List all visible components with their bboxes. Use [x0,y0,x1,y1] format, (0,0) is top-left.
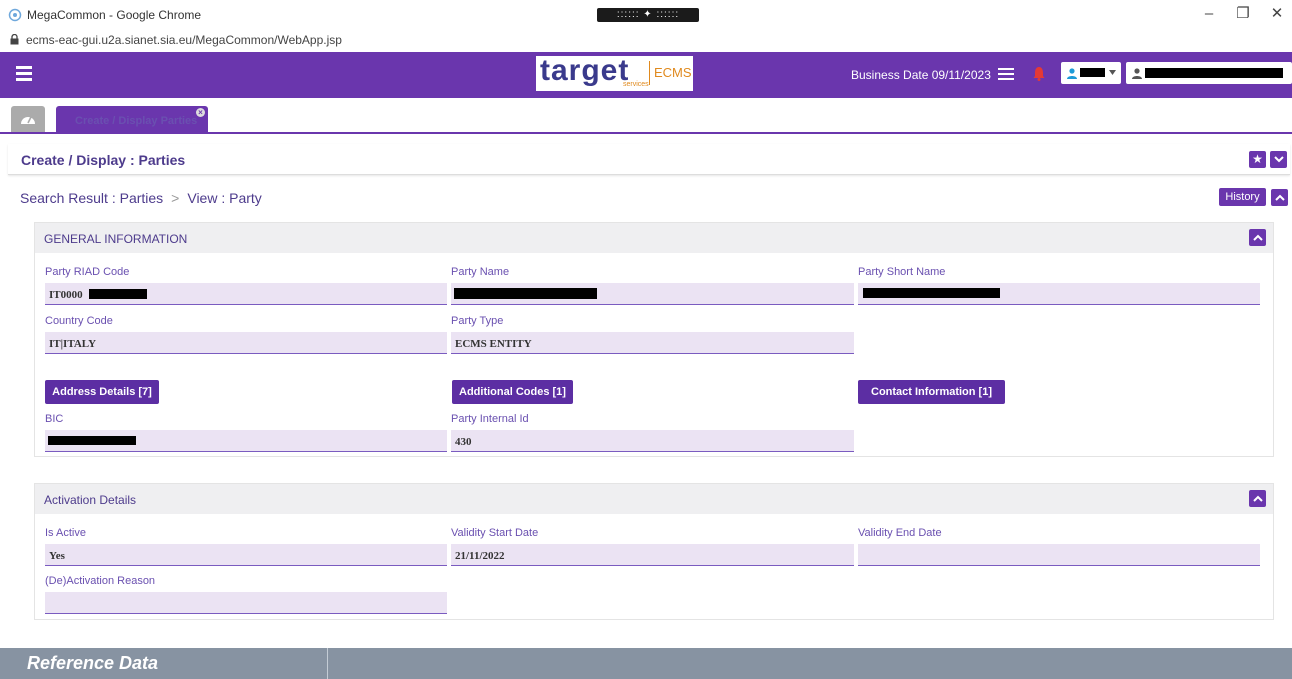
dashboard-gauge-icon [21,116,35,124]
drag-handle[interactable]: :::::: ✦ :::::: [597,8,699,22]
contact-information-button[interactable]: Contact Information [1] [858,380,1005,404]
deactivation-reason-label: (De)Activation Reason [45,575,156,587]
user-role-selector[interactable] [1061,62,1121,84]
breadcrumb-bar: Search Result : Parties > View : Party [8,184,1290,212]
party-riad-code-label: Party RIAD Code [45,266,130,278]
validity-end-date-label: Validity End Date [858,527,942,539]
tab-dashboard[interactable] [11,106,45,132]
tab-label: Create / Display Parties [75,115,198,127]
page-title: Create / Display : Parties [21,152,186,168]
logo-main-text: target [540,54,630,87]
party-short-name-field[interactable] [858,283,1260,305]
country-code-field[interactable]: IT|ITALY [45,332,447,354]
address-details-button[interactable]: Address Details [7] [45,380,159,404]
general-information-title: GENERAL INFORMATION [44,232,188,246]
collapse-chevron-up-icon[interactable] [1271,189,1288,206]
minimize-button[interactable]: – [1192,3,1226,25]
app-header: target services ECMS Business Date 09/11… [0,52,1292,98]
window-title-bar: MegaCommon - Google Chrome :::::: ✦ ::::… [0,0,1292,30]
party-name-field[interactable] [451,283,854,305]
footer-title: Reference Data [27,653,159,673]
bic-field[interactable] [45,430,447,452]
user-icon [1067,68,1077,79]
validity-start-date-field[interactable]: 21/11/2022 [451,544,854,566]
address-bar[interactable]: ecms-eac-gui.u2a.sianet.sia.eu/MegaCommo… [0,30,1292,50]
party-name-label: Party Name [451,266,510,278]
task-list-icon[interactable] [998,68,1014,80]
lock-icon [10,34,19,45]
breadcrumb-view-party: View : Party [187,190,262,206]
country-code-label: Country Code [45,315,113,327]
activation-details-header: Activation Details [35,484,1273,514]
app-favicon-icon [8,8,22,22]
activation-details-title: Activation Details [44,493,137,507]
favorite-star-icon[interactable]: ★ [1249,151,1266,168]
hamburger-menu-icon[interactable] [16,66,32,81]
footer-bar: Reference Data [0,648,1292,679]
collapse-page-chevron-down-icon[interactable] [1270,151,1287,168]
is-active-label: Is Active [45,527,86,539]
account-icon [1132,68,1142,79]
activation-details-panel: Activation Details Is Active Yes Validit… [34,483,1274,620]
breadcrumb-separator-icon: > [171,190,180,206]
party-short-name-label: Party Short Name [858,266,946,278]
logo-sub-text: services [623,81,649,88]
tab-create-display-parties[interactable]: Create / Display Parties × [56,106,208,134]
close-tab-icon[interactable]: × [196,108,205,117]
breadcrumb: Search Result : Parties > View : Party [20,190,262,206]
party-riad-code-field[interactable]: IT0000 [45,283,447,305]
additional-codes-button[interactable]: Additional Codes [1] [452,380,573,404]
party-type-label: Party Type [451,315,504,327]
close-window-button[interactable]: ✕ [1260,3,1292,25]
notification-bell-icon[interactable] [1033,66,1045,81]
party-type-field[interactable]: ECMS ENTITY [451,332,854,354]
target-ecms-logo: target services ECMS [536,54,693,91]
user-account-selector[interactable] [1126,62,1292,84]
business-date: Business Date 09/11/2023 [851,68,991,82]
window-title: MegaCommon - Google Chrome [27,8,202,22]
validity-end-date-field[interactable] [858,544,1260,566]
bic-label: BIC [45,413,64,425]
chevron-down-icon [1109,70,1116,75]
party-internal-id-field[interactable]: 430 [451,430,854,452]
breadcrumb-search-result[interactable]: Search Result : Parties [20,190,163,206]
deactivation-reason-field[interactable] [45,592,447,614]
is-active-field[interactable]: Yes [45,544,447,566]
logo-product-text: ECMS [654,65,692,80]
validity-start-date-label: Validity Start Date [451,527,539,539]
restore-button[interactable]: ❐ [1226,3,1260,25]
general-information-panel: GENERAL INFORMATION Party RIAD Code IT00… [34,222,1274,457]
collapse-activation-chevron-up-icon[interactable] [1249,490,1266,507]
history-button[interactable]: History [1219,188,1266,206]
collapse-general-chevron-up-icon[interactable] [1249,229,1266,246]
url-text[interactable]: ecms-eac-gui.u2a.sianet.sia.eu/MegaCommo… [26,33,342,47]
general-information-header: GENERAL INFORMATION [35,223,1273,253]
page-title-bar: Create / Display : Parties ★ [8,144,1290,175]
party-internal-id-label: Party Internal Id [451,413,529,425]
